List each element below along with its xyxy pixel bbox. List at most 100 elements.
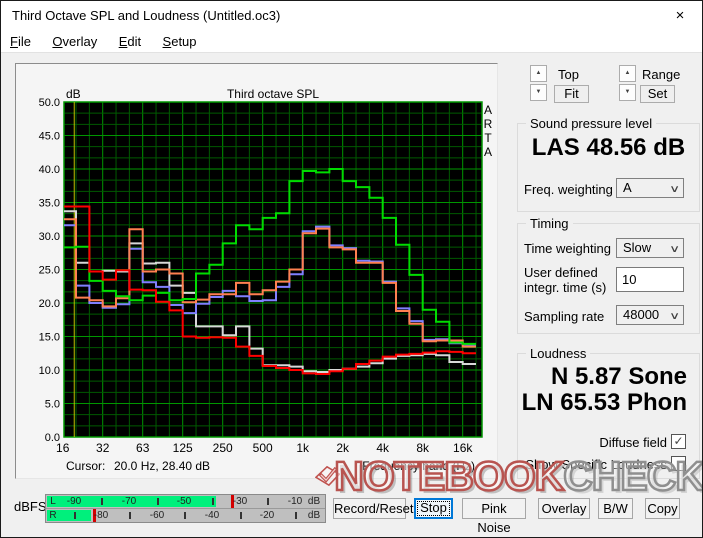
meter-unit-label: dB	[308, 510, 320, 521]
time-weighting-dropdown[interactable]: Slow ∨	[616, 238, 684, 258]
range-label: Range	[642, 67, 680, 82]
x-tick-label: 250	[213, 441, 233, 455]
y-tick-label: 45.0	[39, 131, 60, 143]
copy-button[interactable]: Copy	[645, 498, 680, 519]
meter-tick	[129, 512, 131, 519]
x-tick-label: 16k	[453, 441, 473, 455]
x-tick-label: 2k	[336, 441, 350, 455]
app-window: Third Octave SPL and Loudness (Untitled.…	[0, 0, 703, 538]
top-spin-up-button[interactable]: ▲	[530, 65, 547, 82]
close-icon[interactable]: ×	[658, 1, 702, 31]
set-button[interactable]: Set	[640, 85, 675, 103]
x-tick-label: 4k	[376, 441, 390, 455]
freq-weighting-dropdown[interactable]: A ∨	[616, 178, 684, 198]
range-spin-up-button[interactable]: ▲	[619, 65, 636, 82]
meter-tick	[240, 512, 242, 519]
diffuse-field-checkbox[interactable]: ✓	[671, 434, 686, 449]
y-tick-label: 50.0	[39, 97, 60, 109]
fit-button[interactable]: Fit	[554, 85, 589, 103]
meter-scale-label: -90	[67, 496, 81, 507]
show-specific-loudness-checkbox[interactable]	[671, 456, 686, 471]
freq-weighting-label: Freq. weighting	[524, 182, 613, 197]
spl-group-title: Sound pressure level	[526, 116, 656, 131]
sampling-rate-dropdown[interactable]: 48000 ∨	[616, 305, 684, 325]
chart-title: Third octave SPL	[227, 87, 319, 101]
arta-brand-label: R	[484, 117, 493, 131]
show-specific-loudness-label: Show Specific Loudness	[517, 457, 667, 472]
menu-edit[interactable]: Edit	[111, 31, 149, 52]
title-bar: Third Octave SPL and Loudness (Untitled.…	[1, 1, 702, 31]
meter-channel-label: R	[49, 510, 56, 521]
meter-tick	[212, 498, 214, 505]
integr-time-label: User defined integr. time (s)	[524, 265, 606, 295]
meter-scale-label: -10	[288, 496, 302, 507]
meter-scale-label: -80	[94, 510, 108, 521]
menu-setup[interactable]: Setup	[155, 31, 205, 52]
meter-scale-label: -50	[177, 496, 191, 507]
spl-chart-panel: dB Third octave SPL 50.0 45.0 40.0 35.0 30.0 25…	[15, 63, 498, 479]
menu-overlay[interactable]: Overlay	[44, 31, 105, 52]
chevron-down-icon: ∨	[669, 241, 680, 259]
y-tick-label: 5.0	[45, 399, 60, 411]
loudness-group-title: Loudness	[526, 346, 590, 361]
bw-button[interactable]: B/W	[598, 498, 633, 519]
record-reset-button[interactable]: Record/Reset	[333, 498, 406, 519]
arta-brand-label: A	[484, 145, 492, 159]
meter-tick	[184, 512, 186, 519]
x-axis-label: Frequency band (Hz)	[362, 459, 475, 473]
loudness-sone-value: N 5.87 Sone	[517, 363, 687, 391]
meter-tick	[101, 498, 103, 505]
y-tick-label: 25.0	[39, 265, 60, 277]
menu-bar: File Overlay Edit Setup	[1, 31, 702, 53]
meter-scale-label: -70	[122, 496, 136, 507]
stop-button[interactable]: Stop	[414, 498, 453, 519]
window-title: Third Octave SPL and Loudness (Untitled.…	[12, 1, 280, 31]
y-tick-label: 15.0	[39, 332, 60, 344]
x-tick-label: 125	[173, 441, 193, 455]
top-spin-down-button[interactable]: ▼	[530, 84, 547, 101]
top-label: Top	[558, 67, 579, 82]
cursor-caption: Cursor:	[66, 459, 105, 473]
cursor-value: 20.0 Hz, 28.40 dB	[114, 459, 210, 473]
meter-row-right: R -80 -60 -40 -20 dB	[46, 509, 325, 522]
sampling-rate-label: Sampling rate	[524, 309, 604, 324]
sampling-rate-value: 48000	[623, 307, 659, 322]
y-axis-unit-label: dB	[66, 87, 81, 101]
loudness-phon-value: LN 65.53 Phon	[517, 389, 687, 417]
x-tick-label: 8k	[416, 441, 430, 455]
menu-file[interactable]: File	[2, 31, 39, 52]
freq-weighting-value: A	[623, 180, 632, 195]
y-tick-label: 40.0	[39, 164, 60, 176]
chevron-down-icon: ∨	[669, 181, 680, 199]
pink-noise-button[interactable]: Pink Noise	[462, 498, 526, 519]
y-tick-label: 35.0	[39, 198, 60, 210]
x-tick-label: 16	[56, 441, 70, 455]
range-spin-down-button[interactable]: ▼	[619, 84, 636, 101]
overlay-button[interactable]: Overlay	[538, 498, 590, 519]
dbfs-label: dBFS	[14, 499, 47, 514]
time-weighting-value: Slow	[623, 240, 651, 255]
meter-row-left: L-90-70-50-30-10dB	[46, 495, 325, 508]
meter-tick	[267, 498, 269, 505]
x-tick-label: 500	[253, 441, 273, 455]
y-tick-label: 20.0	[39, 298, 60, 310]
meter-tick	[295, 512, 297, 519]
x-tick-label: 63	[136, 441, 150, 455]
integr-time-input[interactable]: 10	[616, 267, 684, 292]
arta-brand-label: A	[484, 103, 492, 117]
y-tick-label: 30.0	[39, 231, 60, 243]
meter-unit-label: dB	[308, 496, 320, 507]
chevron-down-icon: ∨	[669, 308, 680, 326]
third-octave-spl-chart[interactable]: dB Third octave SPL 50.0 45.0 40.0 35.0 30.0 25…	[15, 63, 498, 479]
x-tick-label: 32	[96, 441, 110, 455]
meter-tick	[74, 512, 76, 519]
y-tick-label: 10.0	[39, 365, 60, 377]
meter-scale-label: -20	[260, 510, 274, 521]
time-weighting-label: Time weighting	[524, 241, 611, 256]
meter-scale-label: -40	[205, 510, 219, 521]
timing-group-title: Timing	[526, 216, 573, 231]
arta-brand-label: T	[484, 131, 492, 145]
meter-channel-label: L	[50, 496, 56, 507]
meter-scale-label: -60	[150, 510, 164, 521]
diffuse-field-label: Diffuse field	[517, 435, 667, 450]
